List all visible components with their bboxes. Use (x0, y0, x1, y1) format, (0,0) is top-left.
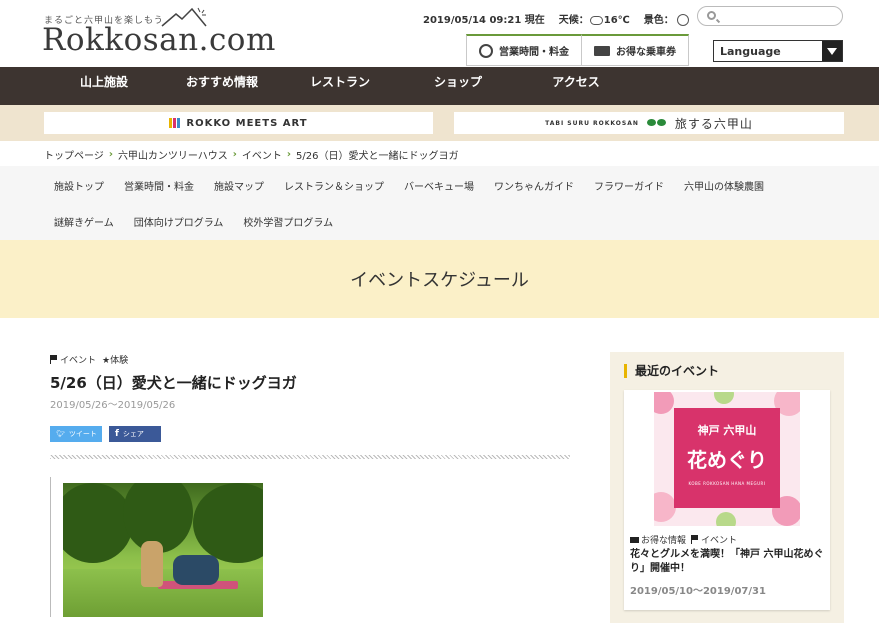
rokko-meets-art-banner[interactable]: ROKKO MEETS ART (44, 112, 433, 134)
article-tags: イベント ★体験 (50, 353, 128, 366)
breadcrumb-home[interactable]: トップページ (44, 147, 104, 162)
subnav-item[interactable]: バーベキュー場 (404, 178, 474, 193)
subnav-item[interactable]: ワンちゃんガイド (494, 178, 574, 193)
view-status: 景色： (644, 11, 690, 26)
star-icon: ★ (102, 356, 111, 366)
smile-icon (677, 14, 690, 26)
content-rule (50, 477, 51, 617)
chevron-right-icon: › (232, 149, 237, 160)
tabi-suru-rokkosan-banner[interactable]: TABI SURU ROKKOSAN 旅する六甲山 (454, 112, 844, 134)
page-title: イベントスケジュール (0, 240, 879, 318)
clock-icon (479, 43, 493, 58)
breadcrumb-country-house[interactable]: 六甲山カンツリーハウス (118, 147, 228, 162)
tweet-button[interactable]: 🐦︎ ツイート (50, 426, 102, 442)
ticket-icon (594, 45, 610, 56)
article-title: 5/26（日）愛犬と一緒にドッグヨガ (50, 374, 297, 392)
tag-event: イベント (50, 353, 96, 366)
main-nav: 山上施設 おすすめ情報 レストラン ショップ アクセス (0, 67, 879, 105)
header-buttons: 営業時間・料金 お得な乗車券 (466, 34, 689, 66)
subnav-item[interactable]: 校外学習プログラム (243, 214, 333, 229)
ticket-button[interactable]: お得な乗車券 (582, 34, 689, 66)
banner-strip: ROKKO MEETS ART TABI SURU ROKKOSAN 旅する六甲… (0, 105, 879, 141)
subnav-item[interactable]: 施設マップ (214, 178, 264, 193)
breadcrumb-current: 5/26（日）愛犬と一緒にドッグヨガ (296, 151, 459, 162)
sidebar-heading: 最近のイベント (624, 364, 719, 378)
chevron-down-icon (822, 41, 842, 61)
nav-item-facilities[interactable]: 山上施設 (45, 67, 163, 105)
flag-icon (50, 355, 57, 364)
card-title: 花々とグルメを満喫！「神戸 六甲山花めぐり」開催中！ (630, 549, 824, 574)
hana-meguri-image: 神戸 六甲山 花めぐり KOBE ROKKOSAN HANA MEGURI (654, 392, 800, 526)
hours-button[interactable]: 営業時間・料金 (466, 34, 582, 66)
language-select[interactable]: Language (713, 40, 843, 62)
subnav-item[interactable]: フラワーガイド (594, 178, 664, 193)
subnav-item[interactable]: 謎解きゲーム (54, 214, 114, 229)
flag-icon (691, 535, 699, 544)
card-tags: お得な情報 イベント (630, 533, 737, 546)
subnav-item[interactable]: 施設トップ (54, 178, 104, 193)
cloud-icon (589, 15, 603, 25)
facebook-share-button[interactable]: f シェア (109, 426, 161, 442)
dog-yoga-photo (63, 483, 263, 617)
facebook-icon: f (115, 429, 119, 439)
nav-item-shops[interactable]: ショップ (399, 67, 517, 105)
twitter-bird-icon: 🐦︎ (56, 430, 65, 438)
glasses-logo-icon (646, 119, 667, 127)
sidebar: 最近のイベント 神戸 六甲山 花めぐり KOBE ROKKOSAN HANA M… (610, 352, 844, 623)
recent-event-card[interactable]: 神戸 六甲山 花めぐり KOBE ROKKOSAN HANA MEGURI お得… (624, 390, 830, 610)
breadcrumb: トップページ › 六甲山カンツリーハウス › イベント › 5/26（日）愛犬と… (44, 147, 458, 162)
card-date: 2019/05/10〜2019/07/31 (630, 586, 766, 597)
art-logo-icon (169, 118, 181, 128)
facility-subnav: 施設トップ 営業時間・料金 施設マップ レストラン＆ショップ バーベキュー場 ワ… (0, 166, 879, 240)
status-line: 2019/05/14 09:21 現在 天候： 16℃ 景色： (423, 11, 690, 26)
chevron-right-icon: › (108, 149, 113, 160)
search-icon (707, 11, 716, 20)
search-input[interactable] (697, 6, 843, 26)
nav-item-access[interactable]: アクセス (517, 67, 635, 105)
site-header: まるごと六甲山を楽しもう Rokkosan.com 2019/05/14 09:… (0, 0, 879, 67)
tag-experience: ★体験 (102, 356, 129, 366)
subnav-item[interactable]: 団体向けプログラム (134, 214, 224, 229)
current-datetime: 2019/05/14 09:21 現在 (423, 15, 545, 26)
nav-item-restaurants[interactable]: レストラン (281, 67, 399, 105)
site-logo[interactable]: Rokkosan.com (42, 22, 276, 58)
temperature: 16℃ (603, 15, 630, 26)
card-icon (630, 537, 639, 543)
divider (50, 455, 570, 459)
weather: 天候： 16℃ (558, 15, 630, 26)
chevron-right-icon: › (286, 149, 291, 160)
subnav-item[interactable]: レストラン＆ショップ (284, 178, 384, 193)
article-date: 2019/05/26〜2019/05/26 (50, 400, 176, 411)
subnav-item[interactable]: 六甲山の体験農園 (684, 178, 764, 193)
subnav-item[interactable]: 営業時間・料金 (124, 178, 194, 193)
breadcrumb-event[interactable]: イベント (242, 147, 282, 162)
nav-item-recommended[interactable]: おすすめ情報 (163, 67, 281, 105)
